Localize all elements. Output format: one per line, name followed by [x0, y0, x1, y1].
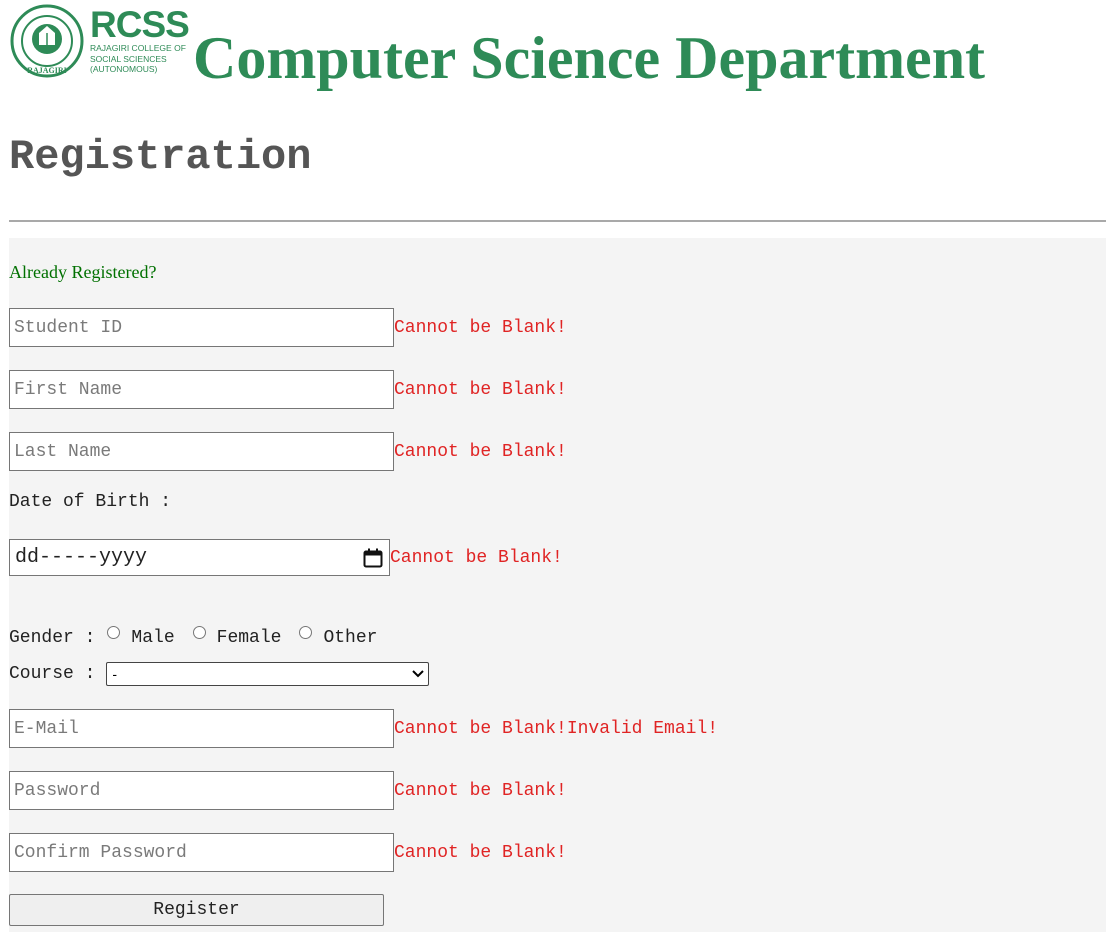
student-id-input[interactable]: [9, 308, 394, 347]
course-select[interactable]: -: [106, 662, 430, 686]
email-row: Cannot be Blank!Invalid Email!: [9, 709, 718, 748]
gender-female-radio[interactable]: [192, 626, 206, 639]
last-name-error: Cannot be Blank!: [394, 441, 567, 462]
gender-male-label: Male: [131, 628, 175, 648]
last-name-input[interactable]: [9, 432, 394, 471]
first-name-error: Cannot be Blank!: [394, 379, 567, 400]
password-row: Cannot be Blank!: [9, 771, 567, 810]
gender-male-radio[interactable]: [107, 626, 121, 639]
first-name-row: Cannot be Blank!: [9, 370, 567, 409]
gender-label: Gender :: [9, 628, 96, 648]
dob-input[interactable]: dd-----yyyy: [9, 539, 390, 576]
divider: [9, 220, 1106, 222]
student-id-row: Cannot be Blank!: [9, 308, 567, 347]
already-registered-link[interactable]: Already Registered?: [9, 262, 156, 283]
student-id-error: Cannot be Blank!: [394, 317, 567, 338]
dob-error: Cannot be Blank!: [390, 547, 563, 568]
last-name-row: Cannot be Blank!: [9, 432, 567, 471]
calendar-icon[interactable]: [363, 548, 383, 568]
chevron-down-icon: [412, 670, 425, 678]
password-input[interactable]: [9, 771, 394, 810]
registration-form: Already Registered? Cannot be Blank! Can…: [9, 238, 1106, 932]
confirm-password-input[interactable]: [9, 833, 394, 872]
dob-label: Date of Birth :: [9, 492, 172, 512]
password-error: Cannot be Blank!: [394, 780, 567, 801]
gender-other-radio[interactable]: [299, 626, 313, 639]
registration-heading: Registration: [9, 133, 312, 181]
svg-text:RAJAGIRI: RAJAGIRI: [27, 66, 67, 75]
brand-block: RCSS RAJAGIRI COLLEGE OF SOCIAL SCIENCES…: [90, 4, 190, 75]
brand-subtitle-line-2: SOCIAL SCIENCES: [90, 53, 167, 64]
email-error: Cannot be Blank!Invalid Email!: [394, 718, 719, 739]
gender-other-label: Other: [323, 628, 378, 648]
brand-name: RCSS: [90, 4, 190, 45]
course-label: Course :: [9, 664, 96, 684]
dob-row: dd-----yyyy Cannot be Blank!: [9, 539, 563, 576]
college-logo: RAJAGIRI: [10, 4, 84, 78]
confirm-password-error: Cannot be Blank!: [394, 842, 567, 863]
page-header: RAJAGIRI RCSS RAJAGIRI COLLEGE OF SOCIAL…: [0, 0, 1106, 95]
course-selected-value: -: [112, 666, 118, 682]
dob-value: dd-----yyyy: [15, 546, 148, 569]
dob-label-row: Date of Birth :: [9, 492, 171, 512]
course-row: Course : -: [9, 662, 430, 686]
brand-subtitle-line-3: (AUTONOMOUS): [90, 64, 158, 74]
department-title: Computer Science Department: [193, 25, 986, 91]
gender-female-label: Female: [216, 628, 282, 648]
first-name-input[interactable]: [9, 370, 394, 409]
gender-row: Gender : Male Female Other: [9, 608, 377, 648]
confirm-password-row: Cannot be Blank!: [9, 833, 567, 872]
email-input[interactable]: [9, 709, 394, 748]
register-button[interactable]: Register: [9, 894, 384, 926]
brand-subtitle-line-1: RAJAGIRI COLLEGE OF: [90, 43, 186, 53]
